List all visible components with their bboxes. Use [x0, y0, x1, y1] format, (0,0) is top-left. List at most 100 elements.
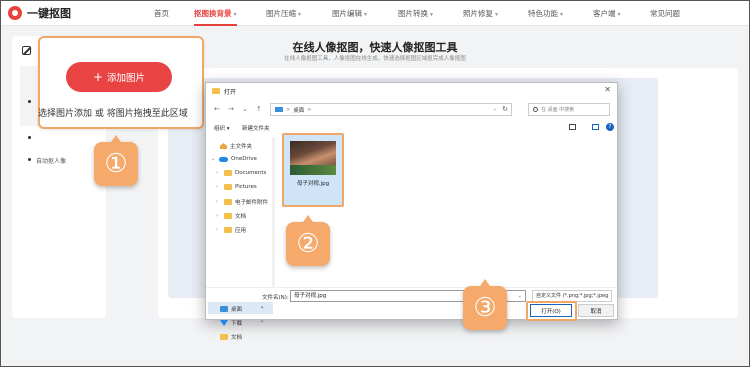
folder-icon	[224, 213, 232, 219]
nav-item-features[interactable]: 特色功能 ▾	[528, 8, 563, 19]
navigation-pane: 主文件夹 ⌄ OneDrive › Documents › Pictures ›…	[208, 137, 274, 341]
tree-item-home[interactable]: 主文件夹	[220, 142, 252, 150]
chevron-right-icon[interactable]: ›	[216, 213, 221, 219]
back-icon[interactable]: ←	[214, 105, 220, 113]
chevron-down-icon[interactable]: ⌄	[518, 291, 522, 301]
chevron-down-icon: ▾	[298, 11, 302, 18]
tree-item-label: 电子邮件附件	[235, 200, 269, 206]
nav-item-client-label: 客户端	[593, 9, 616, 18]
new-folder-button[interactable]: 新建文件夹	[242, 124, 270, 132]
up-icon[interactable]: ↑	[256, 105, 262, 113]
folder-icon	[224, 170, 232, 176]
tree-item-onedrive[interactable]: ⌄ OneDrive	[211, 156, 257, 162]
file-item[interactable]: 母子对视.jpg	[282, 133, 344, 207]
tree-item-label: 主文件夹	[230, 144, 253, 150]
app-name: 一键抠图	[27, 7, 71, 20]
nav-item-convert[interactable]: 图片转换 ▾	[398, 8, 433, 19]
dialog-command-bar: 组织 ▾ 新建文件夹 ?	[206, 121, 617, 135]
forward-icon[interactable]: →	[228, 105, 234, 113]
logo[interactable]: 一键抠图	[8, 5, 71, 21]
chevron-right-icon[interactable]: ›	[216, 170, 221, 176]
bullet-icon	[28, 158, 31, 161]
bullet-icon	[28, 136, 31, 139]
search-input[interactable]: 在 桌面 中搜索	[528, 103, 610, 116]
nav-item-faq[interactable]: 常见问题	[650, 8, 680, 19]
tree-item-documents-pinned[interactable]: 文档	[220, 333, 242, 341]
nav-item-client[interactable]: 客户端 ▾	[593, 8, 621, 19]
address-bar-row: ← → ⌄ ↑ > 桌面 > ⌄ ↻ 在 桌面 中搜索	[206, 100, 617, 118]
filename-value: 母子对视.jpg	[294, 293, 327, 299]
organize-menu[interactable]: 组织 ▾	[214, 124, 230, 132]
dialog-title: 打开	[224, 88, 237, 96]
chevron-right-icon[interactable]: ›	[216, 227, 221, 233]
image-thumbnail	[290, 141, 336, 175]
nav-item-convert-label: 图片转换	[398, 9, 428, 18]
logo-icon	[8, 6, 22, 20]
file-open-dialog: 打开 ✕ ← → ⌄ ↑ > 桌面 > ⌄ ↻ 在 桌面 中搜索 组织 ▾ 新建…	[205, 82, 618, 341]
tree-item-docs[interactable]: › 文档	[216, 212, 246, 220]
chevron-down-icon: ▾	[560, 11, 564, 18]
breadcrumb-separator: >	[286, 106, 291, 113]
chevron-right-icon[interactable]: ›	[216, 199, 221, 205]
view-options-icon[interactable]	[569, 124, 576, 130]
tree-item-label: Pictures	[235, 184, 257, 190]
search-icon	[533, 107, 538, 112]
cancel-button[interactable]: 取消	[578, 304, 614, 317]
search-placeholder: 在 桌面 中搜索	[541, 107, 575, 113]
open-button[interactable]: 打开(O)	[530, 304, 572, 317]
tree-item-apps[interactable]: › 应用	[216, 226, 246, 234]
close-icon[interactable]: ✕	[604, 85, 611, 94]
tree-item-email-attachments[interactable]: › 电子邮件附件	[216, 198, 268, 206]
folder-icon	[224, 184, 232, 190]
tree-item-label: 文档	[231, 335, 243, 341]
cloud-icon	[219, 156, 228, 162]
nav-item-compress-label: 图片压缩	[266, 9, 296, 18]
folder-icon	[212, 88, 220, 94]
chevron-down-icon: ▾	[430, 11, 434, 18]
dialog-footer: 文件名(N): 母子对视.jpg ⌄ 自定义文件 (*.png;*.jpg;*.…	[206, 287, 617, 321]
chevron-down-icon: ▾	[233, 11, 237, 18]
add-image-button[interactable]: + 添加图片	[66, 62, 172, 92]
chevron-right-icon[interactable]: ›	[216, 184, 221, 190]
folder-icon	[220, 334, 228, 340]
help-icon[interactable]: ?	[606, 123, 614, 131]
nav-item-edit-label: 图片编辑	[332, 9, 362, 18]
file-name: 母子对视.jpg	[296, 181, 330, 187]
drop-hint-text: 选择图片添加 或 将图片拖拽至此区域	[38, 109, 188, 119]
bullet-icon	[28, 100, 31, 103]
breadcrumb-location[interactable]: 桌面	[293, 106, 304, 114]
nav-item-repair[interactable]: 照片修复 ▾	[463, 8, 498, 19]
add-image-button-label: 添加图片	[107, 73, 146, 84]
chevron-down-icon: ▾	[617, 11, 621, 18]
scrollbar[interactable]	[272, 137, 275, 287]
sidebar-option-label[interactable]: 自动抠人像	[36, 156, 66, 165]
nav-item-edit[interactable]: 图片编辑 ▾	[332, 8, 367, 19]
desktop-icon	[275, 107, 283, 112]
chevron-down-icon[interactable]: ⌄	[242, 105, 248, 113]
home-icon	[220, 143, 227, 149]
top-navigation: 一键抠图 首页 抠图换背景 ▾ 图片压缩 ▾ 图片编辑 ▾ 图片转换 ▾ 照片修复 ▾ 特…	[0, 0, 750, 26]
folder-icon	[224, 227, 232, 233]
step-three-badge: ③	[463, 279, 507, 330]
nav-item-features-label: 特色功能	[528, 9, 558, 18]
nav-item-home[interactable]: 首页	[154, 8, 169, 19]
step-one-badge: ①	[94, 135, 138, 186]
tree-item-label: Documents	[235, 170, 267, 176]
tree-item-label: 应用	[235, 228, 247, 234]
chevron-down-icon[interactable]: ⌄	[211, 156, 216, 162]
chevron-down-icon: ▾	[364, 11, 368, 18]
chevron-down-icon: ▾	[495, 11, 499, 18]
nav-item-cutout[interactable]: 抠图换背景 ▾	[194, 8, 237, 26]
tree-item-documents[interactable]: › Documents	[216, 170, 266, 176]
nav-item-repair-label: 照片修复	[463, 9, 493, 18]
folder-icon	[224, 199, 232, 205]
tree-item-label: OneDrive	[231, 156, 257, 162]
nav-item-compress[interactable]: 图片压缩 ▾	[266, 8, 301, 19]
chevron-down-icon[interactable]: ⌄	[493, 106, 497, 112]
tree-item-pictures[interactable]: › Pictures	[216, 184, 257, 190]
preview-pane-icon[interactable]	[592, 124, 599, 130]
tree-item-label: 文档	[235, 214, 247, 220]
refresh-icon[interactable]: ↻	[502, 105, 508, 113]
dialog-titlebar[interactable]: 打开 ✕	[206, 83, 617, 99]
address-bar[interactable]: > 桌面 > ⌄ ↻	[270, 103, 512, 116]
